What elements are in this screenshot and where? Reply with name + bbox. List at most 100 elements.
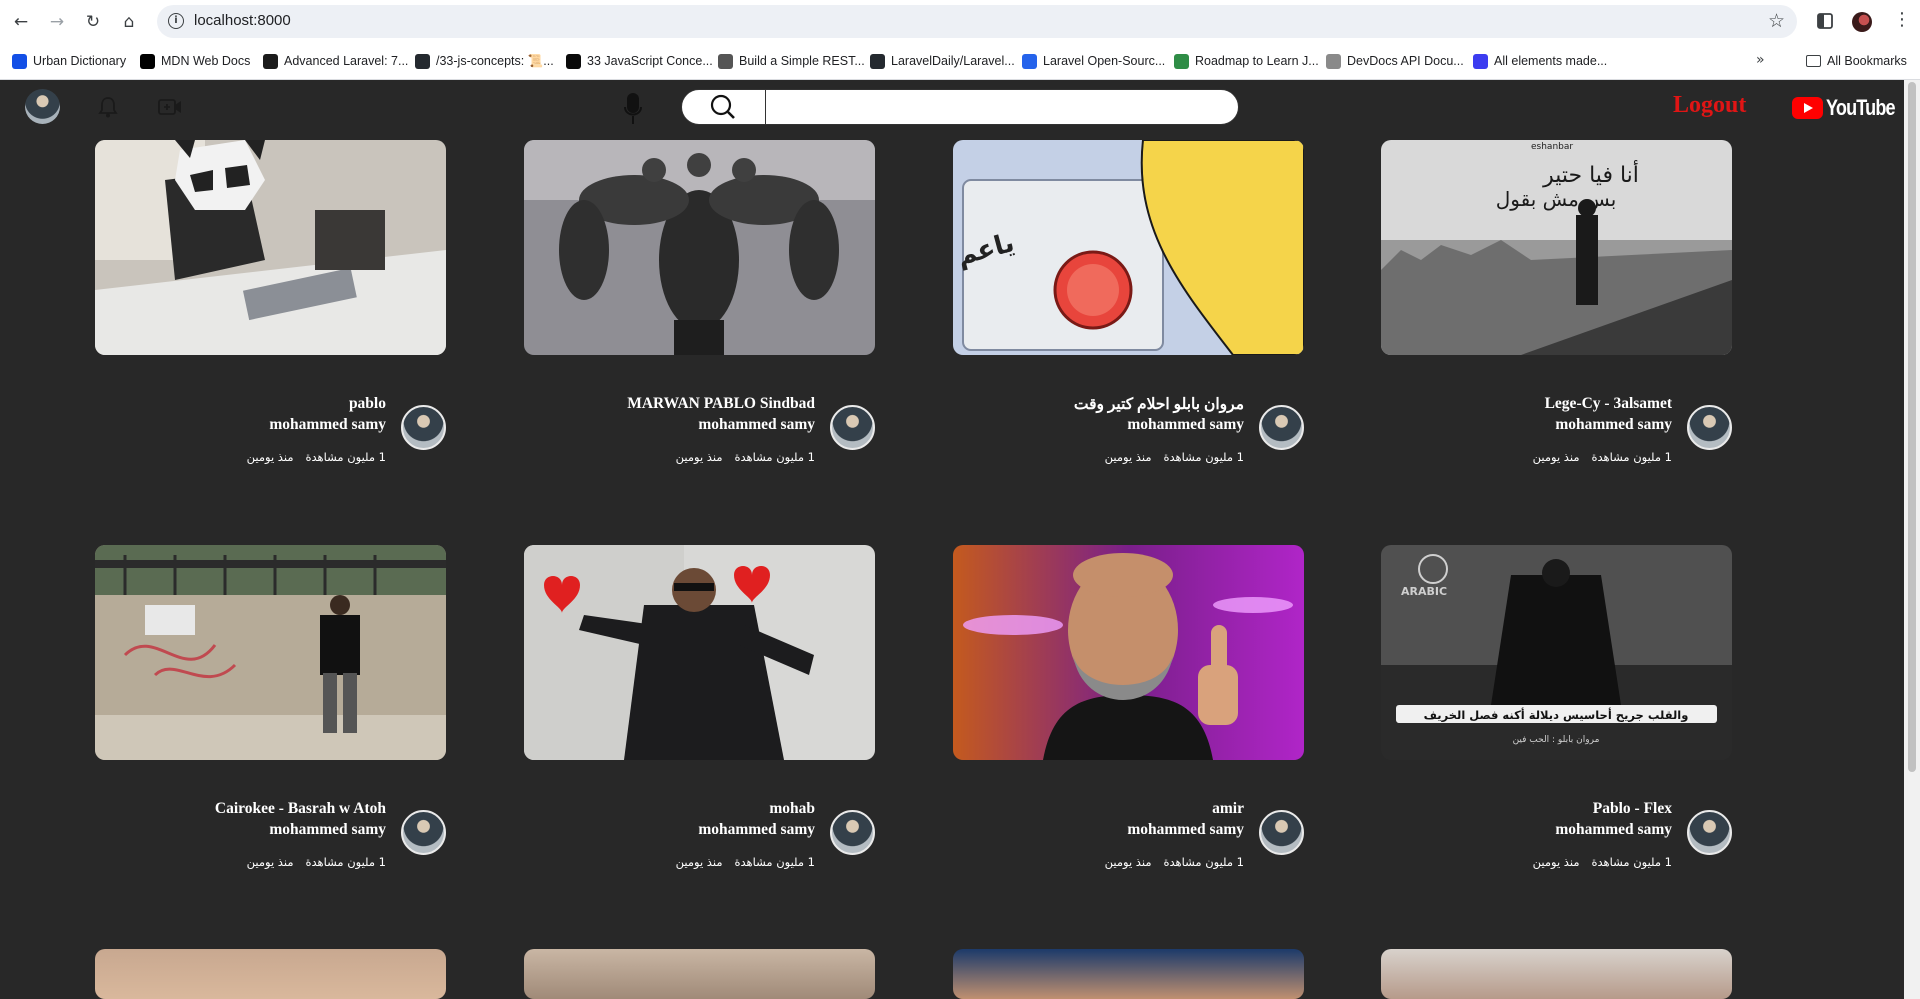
upload-age: منذ يومين	[675, 450, 723, 464]
channel-name[interactable]: mohammed samy	[269, 821, 386, 839]
bookmark-star-icon[interactable]: ☆	[1768, 10, 1785, 32]
view-count: 1 مليون مشاهدة	[1163, 450, 1244, 464]
bookmark-6[interactable]: LaravelDaily/Laravel...	[870, 50, 1015, 72]
video-thumbnail[interactable]	[524, 140, 875, 355]
video-meta: 1 مليون مشاهدة منذ يومين	[1105, 450, 1244, 464]
video-thumbnail[interactable]	[524, 949, 875, 999]
video-title[interactable]: Lege-Cy - 3alsamet	[1545, 395, 1672, 413]
bookmark-5[interactable]: Build a Simple REST...	[718, 50, 865, 72]
youtube-play-icon	[1792, 97, 1823, 119]
video-title[interactable]: amir	[1212, 800, 1244, 818]
channel-name[interactable]: mohammed samy	[1127, 416, 1244, 434]
bookmark-1[interactable]: MDN Web Docs	[140, 50, 250, 72]
video-thumbnail[interactable]	[95, 545, 446, 760]
bookmark-2[interactable]: Advanced Laravel: 7...	[263, 50, 408, 72]
channel-name[interactable]: mohammed samy	[698, 821, 815, 839]
bookmark-3[interactable]: /33-js-concepts: 📜...	[415, 50, 554, 72]
video-card[interactable]: eshanbar أنا فيا حتير بس مش بقول Lege-Cy…	[1381, 140, 1732, 470]
address-bar[interactable]: i localhost:8000 ☆	[157, 5, 1797, 38]
search-button[interactable]	[682, 90, 766, 124]
video-thumbnail[interactable]: ARABIC والقلب جريح أحاسيس ديلالة أكنه فص…	[1381, 545, 1732, 760]
folder-icon	[1806, 55, 1821, 67]
video-thumbnail[interactable]: eshanbar أنا فيا حتير بس مش بقول	[1381, 140, 1732, 355]
video-thumbnail[interactable]	[524, 545, 875, 760]
bookmark-0[interactable]: Urban Dictionary	[12, 50, 126, 72]
bookmark-label: Build a Simple REST...	[739, 54, 865, 68]
page-scrollbar[interactable]	[1904, 80, 1920, 999]
upload-age: منذ يومين	[1532, 450, 1580, 464]
more-bookmarks-chevron-icon[interactable]: »	[1756, 52, 1765, 68]
bookmark-label: Laravel Open-Sourc...	[1043, 54, 1166, 68]
microphone-icon[interactable]	[624, 91, 642, 127]
search-icon	[710, 94, 735, 119]
bookmark-4[interactable]: 33 JavaScript Conce...	[566, 50, 713, 72]
user-avatar[interactable]	[25, 89, 60, 124]
channel-avatar[interactable]	[1259, 810, 1304, 855]
video-meta: 1 مليون مشاهدة منذ يومين	[676, 855, 815, 869]
video-thumbnail[interactable]	[953, 949, 1304, 999]
reload-icon[interactable]: ↻	[82, 11, 104, 33]
side-panel-icon[interactable]	[1816, 12, 1834, 30]
video-meta: 1 مليون مشاهدة منذ يومين	[1533, 855, 1672, 869]
scrollbar-thumb[interactable]	[1908, 82, 1916, 772]
bookmark-7[interactable]: Laravel Open-Sourc...	[1022, 50, 1165, 72]
github-favicon-icon	[870, 53, 885, 69]
channel-avatar[interactable]	[401, 405, 446, 450]
browser-menu-icon[interactable]: ⋮	[1893, 9, 1911, 30]
channel-name[interactable]: mohammed samy	[1555, 821, 1672, 839]
view-count: 1 مليون مشاهدة	[305, 450, 386, 464]
channel-avatar[interactable]	[1687, 405, 1732, 450]
channel-avatar[interactable]	[1259, 405, 1304, 450]
bookmark-favicon-icon	[1022, 53, 1037, 69]
bookmark-9[interactable]: DevDocs API Docu...	[1326, 50, 1464, 72]
site-info-icon[interactable]: i	[168, 13, 184, 29]
video-card[interactable]: MARWAN PABLO Sindbad mohammed samy 1 ملي…	[524, 140, 875, 470]
create-video-icon[interactable]	[158, 98, 182, 116]
youtube-logo[interactable]: YouTube	[1792, 95, 1910, 121]
video-thumbnail[interactable]	[95, 949, 446, 999]
bell-icon[interactable]	[98, 96, 118, 118]
video-card[interactable]: mohab mohammed samy 1 مليون مشاهدة منذ ي…	[524, 545, 875, 875]
video-title[interactable]: Cairokee - Basrah w Atoh	[215, 800, 386, 818]
video-thumbnail[interactable]	[95, 140, 446, 355]
url-text[interactable]: localhost:8000	[194, 12, 291, 29]
video-card[interactable]: ياعم علي الله مروان بابلو احلام كتير وقت…	[953, 140, 1304, 470]
channel-name[interactable]: mohammed samy	[1127, 821, 1244, 839]
home-icon[interactable]: ⌂	[118, 11, 140, 33]
video-thumbnail[interactable]	[1381, 949, 1732, 999]
svg-text:eshanbar: eshanbar	[1531, 142, 1573, 152]
video-card[interactable]: Cairokee - Basrah w Atoh mohammed samy 1…	[95, 545, 446, 875]
video-title[interactable]: mohab	[769, 800, 815, 818]
channel-avatar[interactable]	[1687, 810, 1732, 855]
video-thumbnail[interactable]	[953, 545, 1304, 760]
bookmark-favicon-icon	[566, 53, 581, 69]
channel-name[interactable]: mohammed samy	[269, 416, 386, 434]
logo-wordmark: YouTube	[1826, 95, 1896, 120]
search-input[interactable]	[768, 93, 1228, 121]
video-title[interactable]: MARWAN PABLO Sindbad	[627, 395, 815, 413]
video-meta: 1 مليون مشاهدة منذ يومين	[247, 450, 386, 464]
logout-button[interactable]: Logout	[1673, 92, 1746, 119]
bookmark-8[interactable]: Roadmap to Learn J...	[1174, 50, 1319, 72]
view-count: 1 مليون مشاهدة	[1591, 855, 1672, 869]
video-card[interactable]: amir mohammed samy 1 مليون مشاهدة منذ يو…	[953, 545, 1304, 875]
all-bookmarks-button[interactable]: All Bookmarks	[1806, 50, 1907, 72]
video-card[interactable]: pablo mohammed samy 1 مليون مشاهدة منذ ي…	[95, 140, 446, 470]
video-title[interactable]: pablo	[349, 395, 386, 413]
video-title[interactable]: Pablo - Flex	[1593, 800, 1672, 818]
forward-arrow-icon[interactable]: →	[46, 11, 68, 33]
video-thumbnail[interactable]: ياعم علي الله	[953, 140, 1304, 355]
bookmark-label: Advanced Laravel: 7...	[284, 54, 409, 68]
video-title[interactable]: مروان بابلو احلام كتير وقت	[1074, 395, 1244, 414]
view-count: 1 مليون مشاهدة	[1591, 450, 1672, 464]
bookmark-label: DevDocs API Docu...	[1347, 54, 1464, 68]
profile-avatar-icon[interactable]	[1852, 12, 1872, 32]
back-arrow-icon[interactable]: ←	[10, 11, 32, 33]
video-card[interactable]: ARABIC والقلب جريح أحاسيس ديلالة أكنه فص…	[1381, 545, 1732, 875]
channel-avatar[interactable]	[830, 405, 875, 450]
channel-avatar[interactable]	[830, 810, 875, 855]
channel-name[interactable]: mohammed samy	[698, 416, 815, 434]
channel-avatar[interactable]	[401, 810, 446, 855]
channel-name[interactable]: mohammed samy	[1555, 416, 1672, 434]
bookmark-10[interactable]: All elements made...	[1473, 50, 1607, 72]
